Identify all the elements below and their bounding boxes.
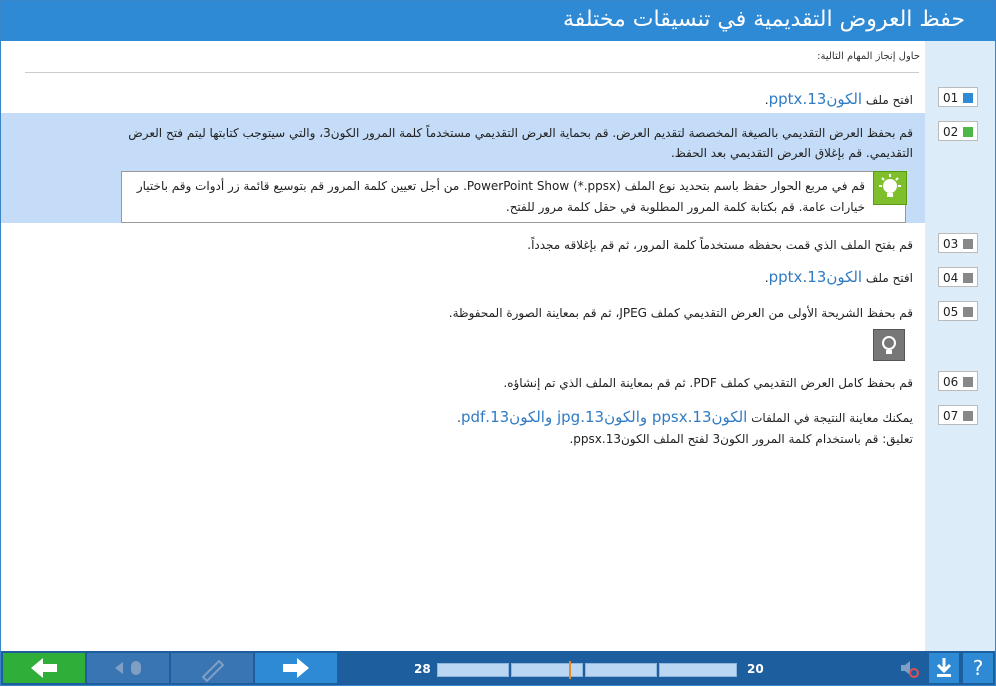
svg-text:?: ? — [973, 656, 984, 680]
intro-text: حاول إنجاز المهام التالية: — [817, 51, 920, 62]
divider — [25, 72, 919, 73]
mute-button[interactable] — [893, 653, 923, 683]
title-bar: حفظ العروض التقديمية في تنسيقات مختلفة — [1, 1, 995, 41]
mouse-pointer-icon — [115, 661, 141, 675]
status-square-icon — [963, 377, 973, 387]
hint-text: قم في مربع الحوار حفظ باسم بتحديد نوع ال… — [136, 179, 865, 214]
status-square-icon — [963, 307, 973, 317]
task-row-02: قم بحفظ العرض التقديمي بالصيغة المخصصة ل… — [1, 123, 925, 167]
mute-icon — [901, 661, 919, 678]
task-row-04: افتح ملف الكون13.pptx. — [764, 268, 913, 286]
task-number-06[interactable]: 06 — [938, 371, 978, 391]
progress-track — [437, 661, 737, 679]
forward-arrow-icon — [283, 658, 309, 678]
task-number-03[interactable]: 03 — [938, 233, 978, 253]
help-button[interactable]: ? — [963, 653, 993, 683]
progress-segment — [585, 663, 657, 677]
help-icon: ? — [973, 656, 984, 680]
status-square-icon — [963, 93, 973, 103]
back-button[interactable] — [3, 653, 85, 683]
task-note: تعليق: قم باستخدام كلمة المرور الكون3 لف… — [569, 432, 913, 446]
hint-box: قم في مربع الحوار حفظ باسم بتحديد نوع ال… — [121, 171, 906, 223]
back-arrow-icon — [31, 658, 57, 678]
window-title: حفظ العروض التقديمية في تنسيقات مختلفة — [562, 7, 965, 32]
lightbulb-icon[interactable] — [873, 171, 907, 205]
task-text: يمكنك معاينة النتيجة في الملفات — [747, 411, 913, 425]
task-number-04[interactable]: 04 — [938, 267, 978, 287]
mouse-button[interactable] — [87, 653, 169, 683]
forward-button[interactable] — [255, 653, 337, 683]
progress-left-label: 28 — [414, 662, 431, 676]
task-row-03: قم بفتح الملف الذي قمت بحفظه مستخدماً كل… — [1, 235, 925, 257]
pen-icon — [201, 659, 225, 683]
task-row-05: قم بحفظ الشريحة الأولى من العرض التقديمي… — [1, 303, 925, 325]
task-text: افتح ملف — [862, 93, 913, 107]
file-link[interactable]: الكون13.pptx — [769, 268, 862, 286]
lightbulb-icon[interactable] — [873, 329, 905, 361]
pen-button[interactable] — [171, 653, 253, 683]
app-window: حفظ العروض التقديمية في تنسيقات مختلفة ح… — [0, 0, 996, 686]
progress-segment — [511, 663, 583, 677]
task-text: قم بحفظ كامل العرض التقديمي كملف PDF. ثم… — [503, 376, 913, 390]
task-text: قم بحفظ الشريحة الأولى من العرض التقديمي… — [448, 306, 913, 320]
task-row-06: قم بحفظ كامل العرض التقديمي كملف PDF. ثم… — [1, 373, 925, 395]
task-text: افتح ملف — [862, 271, 913, 285]
task-number-05[interactable]: 05 — [938, 301, 978, 321]
status-square-icon — [963, 127, 973, 137]
task-number-01[interactable]: 01 — [938, 87, 978, 107]
task-text: قم بفتح الملف الذي قمت بحفظه مستخدماً كل… — [527, 238, 913, 252]
task-text: قم بحفظ العرض التقديمي بالصيغة المخصصة ل… — [128, 126, 913, 160]
progress-segment — [437, 663, 509, 677]
status-square-icon — [963, 273, 973, 283]
task-row-07: يمكنك معاينة النتيجة في الملفات الكون13.… — [1, 407, 925, 451]
task-number-02[interactable]: 02 — [938, 121, 978, 141]
status-square-icon — [963, 411, 973, 421]
task-row-01: افتح ملف الكون13.pptx. — [764, 90, 913, 108]
download-button[interactable] — [929, 653, 959, 683]
file-link[interactable]: الكون13.pptx — [769, 90, 862, 108]
file-link[interactable]: الكون13.ppsx والكون13.jpg والكون13.pdf — [461, 408, 747, 426]
download-icon — [936, 658, 952, 677]
progress-segment — [659, 663, 737, 677]
progress-marker — [569, 661, 571, 679]
task-number-07[interactable]: 07 — [938, 405, 978, 425]
status-square-icon — [963, 239, 973, 249]
progress-right-label: 20 — [747, 662, 764, 676]
